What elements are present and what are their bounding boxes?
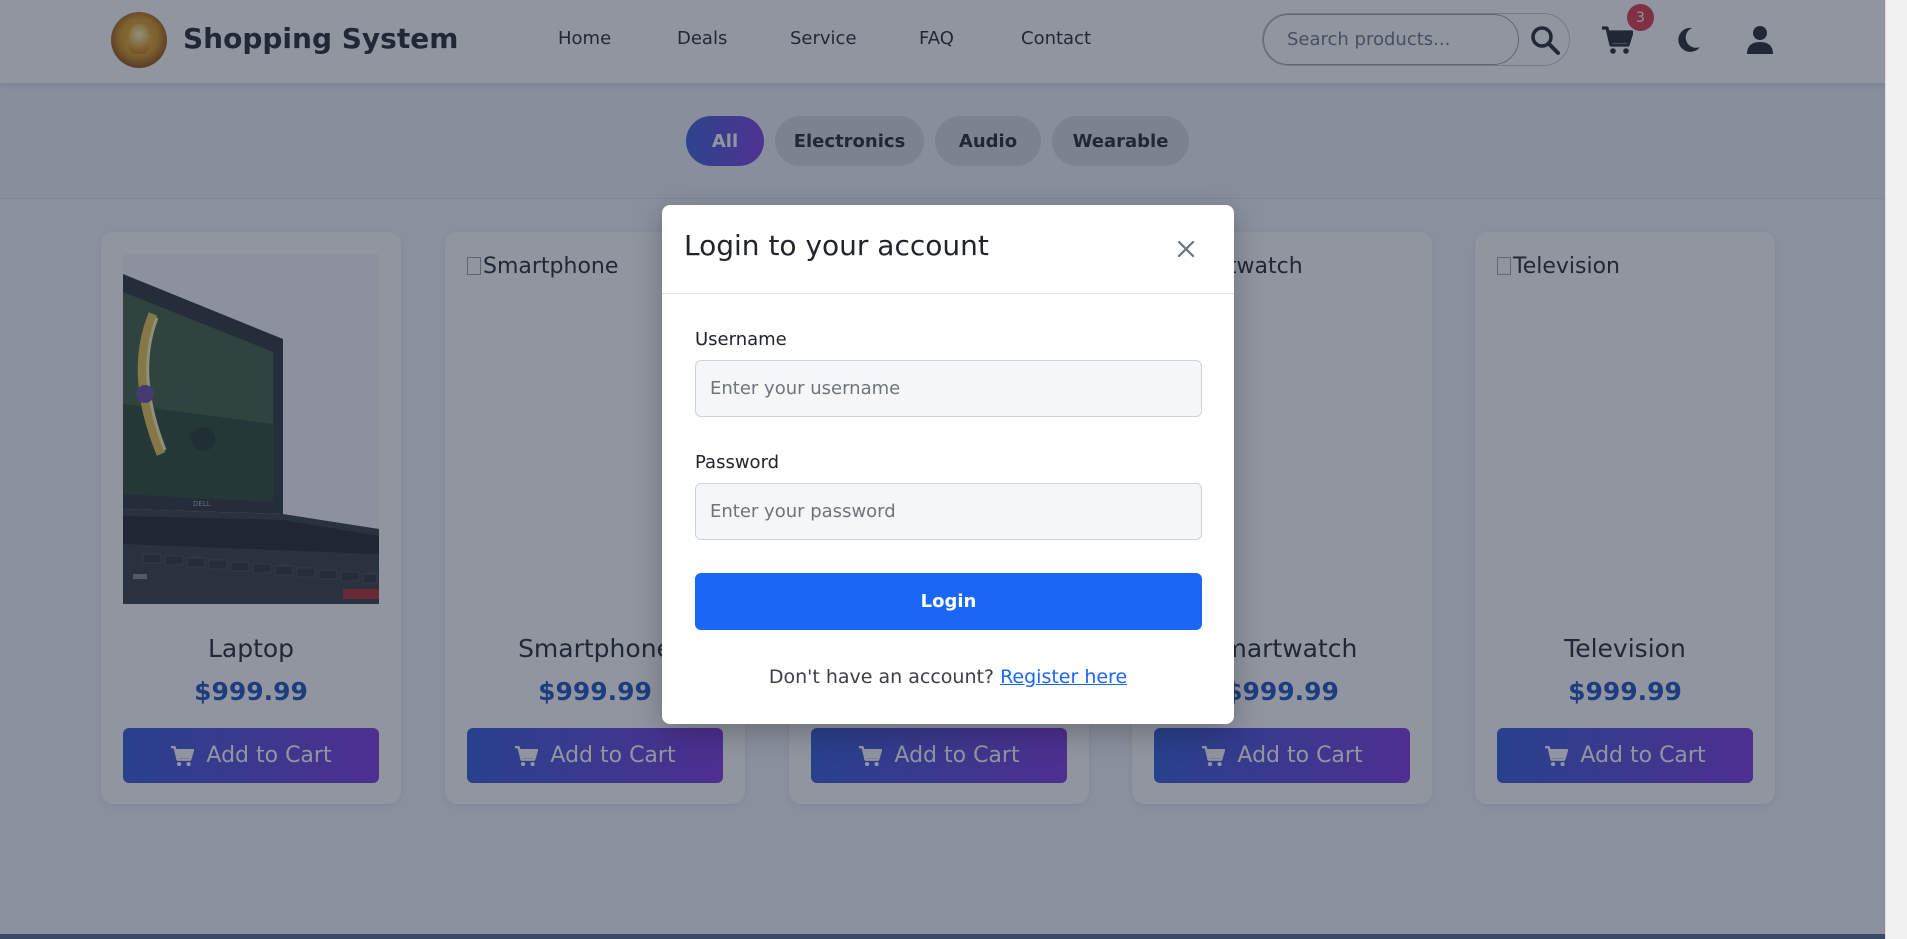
password-label: Password xyxy=(695,452,780,473)
close-icon xyxy=(1177,240,1195,258)
modal-title: Login to your account xyxy=(684,229,989,262)
username-label: Username xyxy=(695,329,787,350)
login-button[interactable]: Login xyxy=(695,573,1202,630)
register-link[interactable]: Register here xyxy=(1000,666,1127,688)
login-modal: Login to your account Username Password … xyxy=(662,205,1234,724)
register-prompt-row: Don't have an account? Register here xyxy=(662,666,1234,688)
bottom-edge xyxy=(0,934,1885,939)
username-field[interactable] xyxy=(695,360,1202,417)
scrollbar[interactable] xyxy=(1885,0,1907,939)
password-field[interactable] xyxy=(695,483,1202,540)
close-button[interactable] xyxy=(1172,235,1200,263)
register-prompt: Don't have an account? xyxy=(768,666,995,688)
modal-header: Login to your account xyxy=(662,205,1234,294)
